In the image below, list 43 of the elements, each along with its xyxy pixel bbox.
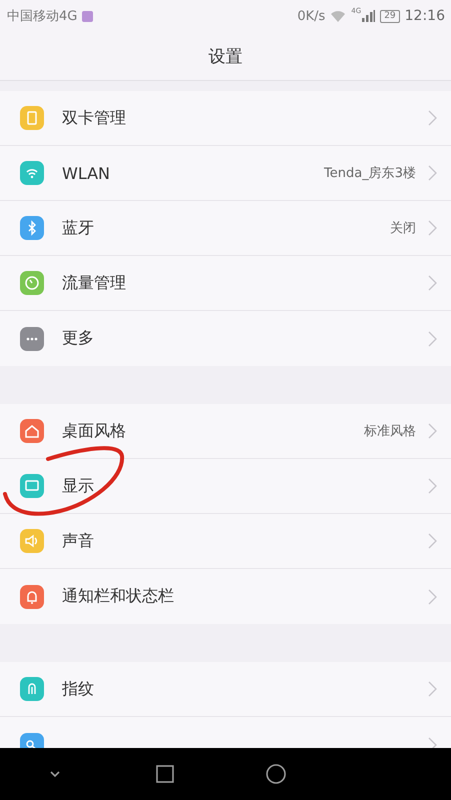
home-icon[interactable]	[264, 763, 287, 785]
chevron-icon	[428, 736, 437, 748]
item-label: 通知栏和状态栏	[62, 586, 175, 607]
item-label: 蓝牙	[62, 218, 95, 238]
chevron-icon	[428, 423, 437, 439]
chevron-icon	[428, 588, 437, 604]
item-value: 关闭	[390, 220, 416, 237]
signal-icon	[362, 10, 376, 22]
item-label: 更多	[62, 328, 95, 349]
item-label: 双卡管理	[62, 108, 127, 128]
item-value: Tenda_房东3楼	[324, 165, 416, 182]
network-speed: 0K/s	[297, 8, 326, 24]
settings-item[interactable]: 声音	[0, 514, 451, 569]
chevron-icon	[428, 220, 437, 236]
chevron-icon	[428, 533, 437, 549]
wifi-icon	[330, 10, 346, 22]
page-title: 设置	[208, 46, 242, 68]
chevron-icon	[428, 275, 437, 291]
chevron-icon	[428, 478, 437, 494]
item-label: 显示	[62, 476, 95, 496]
chevron-icon	[428, 165, 437, 181]
settings-item[interactable]: WLAN Tenda_房东3楼	[0, 146, 451, 201]
settings-item[interactable]: 蓝牙 关闭	[0, 201, 451, 256]
item-label: 桌面风格	[62, 420, 127, 442]
settings-item[interactable]: 流量管理	[0, 256, 451, 311]
battery-level: 29	[380, 10, 400, 22]
settings-item[interactable]: 通知栏和状态栏	[0, 569, 451, 624]
item-label: 指纹	[62, 678, 95, 700]
settings-item[interactable]: 双卡管理	[0, 91, 451, 146]
clock-time: 12:16	[404, 8, 445, 24]
chevron-icon	[428, 110, 437, 126]
item-label: 流量管理	[62, 272, 127, 294]
notification-icon	[82, 10, 94, 22]
carrier-name: 中国移动4G	[7, 8, 78, 25]
settings-item[interactable]: 桌面风格 标准风格	[0, 404, 451, 459]
item-label: WLAN	[62, 164, 112, 182]
item-value: 标准风格	[364, 423, 416, 440]
settings-item[interactable]: 更多	[0, 311, 451, 366]
chevron-icon	[428, 330, 437, 346]
settings-item[interactable]: 显示	[0, 459, 451, 514]
recents-icon[interactable]	[154, 763, 176, 785]
chevron-icon	[428, 681, 437, 697]
item-label: 声音	[62, 530, 95, 552]
